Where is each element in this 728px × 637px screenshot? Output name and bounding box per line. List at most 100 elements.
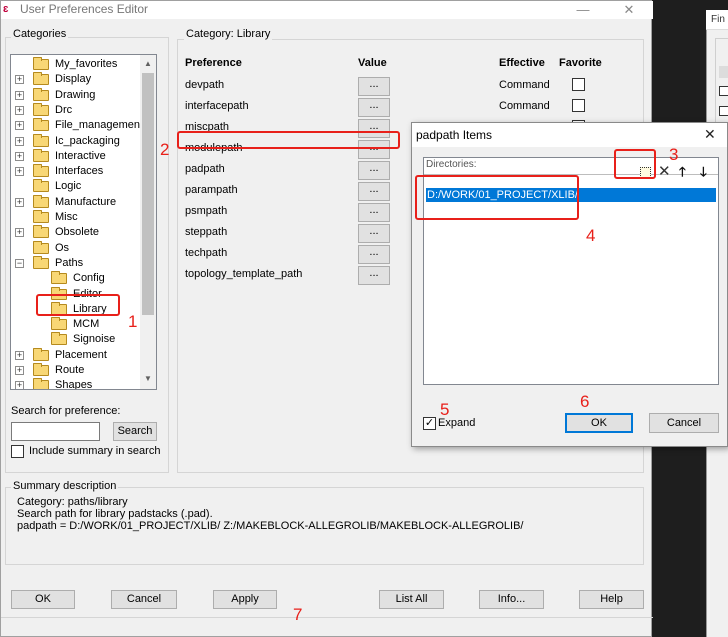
summary-line: padpath = D:/WORK/01_PROJECT/XLIB/ Z:/MA…: [17, 520, 524, 532]
value-edit-button[interactable]: ...: [358, 203, 390, 222]
value-edit-button[interactable]: ...: [358, 266, 390, 285]
expand-icon[interactable]: +: [15, 167, 24, 177]
expand-icon[interactable]: +: [15, 151, 24, 161]
tree-item[interactable]: Misc: [11, 210, 141, 225]
minimize-button[interactable]: —: [563, 1, 603, 19]
tree-item[interactable]: + Interactive: [11, 148, 141, 164]
expand-icon[interactable]: +: [15, 136, 24, 146]
help-button[interactable]: Help: [579, 590, 644, 609]
value-edit-button[interactable]: ...: [358, 98, 390, 117]
collapse-icon[interactable]: −: [15, 258, 24, 268]
search-button[interactable]: Search: [113, 422, 157, 441]
favorite-checkbox[interactable]: [572, 99, 585, 112]
tree-item[interactable]: Signoise: [11, 332, 141, 347]
favorite-checkbox[interactable]: [572, 78, 585, 91]
annotation-number-2: 2: [160, 140, 170, 159]
tree-item[interactable]: + Interfaces: [11, 164, 141, 179]
folder-icon: [33, 133, 49, 147]
summary-line: Search path for library padstacks (.pad)…: [17, 508, 213, 520]
move-down-icon[interactable]: 🡓: [700, 163, 707, 185]
categories-label: Categories: [11, 28, 69, 40]
annotation-box-library: [36, 294, 120, 316]
folder-icon: [33, 102, 49, 116]
cancel-button[interactable]: Cancel: [111, 590, 177, 609]
scroll-down-icon[interactable]: ▼: [140, 371, 156, 387]
tree-item-label: File_management: [55, 119, 144, 132]
title-bar: ɛ User Preferences Editor — ✕: [1, 1, 653, 19]
tree-item[interactable]: + Drawing: [11, 87, 141, 103]
value-edit-button[interactable]: ...: [358, 224, 390, 243]
background-window-title: Fin: [711, 14, 725, 25]
category-tree[interactable]: My_favorites + Display + Drawing + Drc + File_ma…: [10, 54, 157, 390]
tree-item-label: Paths: [55, 256, 84, 269]
summary-text: Category: paths/library Search path for …: [17, 496, 524, 532]
search-label: Search for preference:: [11, 405, 121, 417]
tree-item[interactable]: + Shapes: [11, 378, 141, 389]
scroll-up-icon[interactable]: ▲: [140, 56, 156, 72]
preference-name: interfacepath: [185, 100, 249, 112]
expand-icon[interactable]: +: [15, 350, 24, 360]
tree-item[interactable]: + File_management: [11, 118, 144, 133]
tree-item[interactable]: Config: [11, 271, 141, 286]
preference-name: topology_template_path: [185, 268, 303, 280]
expand-icon[interactable]: +: [15, 121, 24, 131]
apply-button[interactable]: Apply: [213, 590, 277, 609]
expand-icon[interactable]: +: [15, 90, 24, 100]
tree-item-label: Interfaces: [55, 165, 104, 178]
expand-icon[interactable]: +: [15, 228, 24, 238]
tree-item[interactable]: My_favorites: [11, 57, 141, 72]
value-edit-button[interactable]: ...: [358, 245, 390, 264]
tree-item-label: Placement: [55, 348, 107, 361]
app-icon: ɛ: [3, 3, 9, 15]
search-input[interactable]: [11, 422, 100, 441]
tree-item[interactable]: + Route: [11, 363, 141, 378]
expand-icon[interactable]: +: [15, 105, 24, 115]
tree-item[interactable]: Os: [11, 240, 141, 256]
folder-icon: [33, 72, 49, 86]
annotation-number-7: 7: [293, 605, 303, 624]
tree-item[interactable]: + Drc: [11, 102, 141, 118]
dialog-cancel-button[interactable]: Cancel: [649, 413, 719, 433]
preference-name: steppath: [185, 226, 228, 238]
tree-item[interactable]: + Placement: [11, 347, 141, 363]
tree-item-label: Drc: [55, 103, 73, 116]
folder-icon: [33, 148, 49, 162]
folder-icon: [33, 87, 49, 101]
tree-item-label: MCM: [73, 318, 100, 331]
tree-item[interactable]: + Ic_packaging: [11, 133, 141, 149]
effective-value: Command: [499, 79, 550, 91]
tree-item[interactable]: Logic: [11, 179, 141, 194]
tree-item-label: Ic_packaging: [55, 134, 120, 147]
ok-button[interactable]: OK: [11, 590, 75, 609]
tree-item[interactable]: + Display: [11, 72, 141, 87]
annotation-box-directory: [415, 175, 579, 220]
tree-item-label: Misc: [55, 211, 78, 223]
tree-item[interactable]: + Manufacture: [11, 194, 141, 210]
close-button[interactable]: ✕: [609, 1, 649, 19]
status-divider: [1, 617, 653, 618]
tree-item[interactable]: + Obsolete: [11, 225, 141, 240]
value-edit-button[interactable]: ...: [358, 77, 390, 96]
list-all-button[interactable]: List All: [379, 590, 444, 609]
info-button[interactable]: Info...: [479, 590, 544, 609]
move-up-icon[interactable]: 🡑: [679, 163, 686, 185]
expand-icon[interactable]: +: [15, 366, 24, 375]
value-edit-button[interactable]: ...: [358, 161, 390, 180]
tree-item-label: Drawing: [55, 88, 96, 101]
expand-icon[interactable]: +: [15, 381, 24, 389]
dialog-ok-button[interactable]: OK: [565, 413, 633, 433]
value-edit-button[interactable]: ...: [358, 182, 390, 201]
tree-item-label: Signoise: [73, 333, 116, 346]
expand-checkbox[interactable]: ✓: [423, 417, 436, 430]
tree-item-label: Config: [73, 272, 105, 285]
tree-item[interactable]: MCM: [11, 317, 141, 332]
annotation-number-1: 1: [128, 312, 138, 331]
tree-item-label: Display: [55, 73, 92, 86]
tree-scroll-thumb[interactable]: [142, 73, 154, 315]
expand-icon[interactable]: +: [15, 75, 24, 85]
annotation-box-padpath: [177, 131, 400, 149]
background-window-checkbox: [719, 86, 728, 96]
include-summary-checkbox[interactable]: [11, 445, 24, 458]
expand-icon[interactable]: +: [15, 197, 24, 207]
tree-item[interactable]: − Paths: [11, 255, 141, 271]
